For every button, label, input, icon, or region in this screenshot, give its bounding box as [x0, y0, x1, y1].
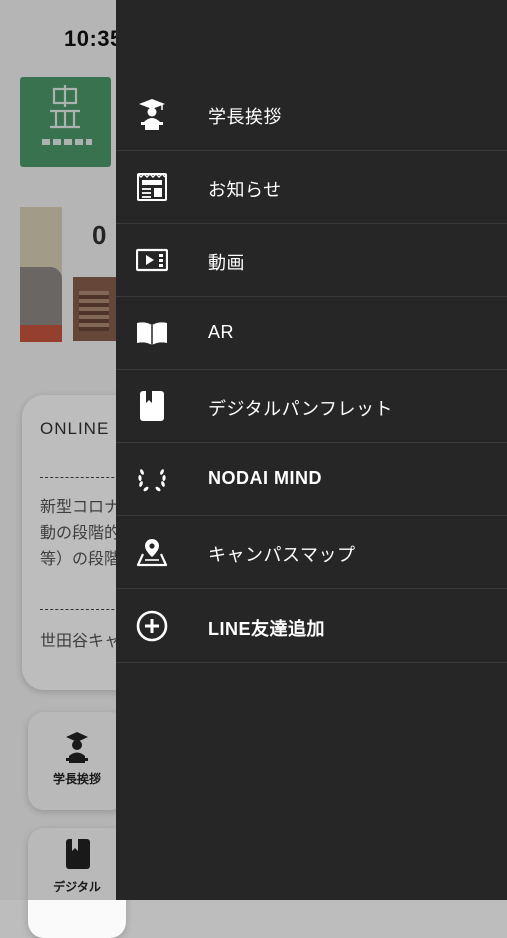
menu-item-nodai-mind[interactable]: NODAI MIND	[116, 442, 507, 516]
menu-item-line-add-friend[interactable]: LINE友達追加	[116, 589, 507, 663]
menu-item-label: LINE友達追加	[208, 619, 326, 639]
menu-item-label: AR	[208, 322, 235, 342]
menu-item-label: デジタルパンフレット	[208, 399, 393, 419]
menu-item-label: お知らせ	[208, 180, 282, 200]
book-icon	[135, 318, 169, 348]
map-pin-icon	[135, 537, 169, 567]
menu-item-label: 学長挨拶	[208, 107, 282, 127]
menu-item-video[interactable]: 動画	[116, 223, 507, 297]
news-icon	[135, 172, 169, 202]
laurel-icon	[135, 464, 169, 494]
menu-item-digital-pamphlet[interactable]: デジタルパンフレット	[116, 369, 507, 443]
menu-item-campus-map[interactable]: キャンパスマップ	[116, 515, 507, 589]
plus-circle-icon	[135, 610, 169, 642]
video-icon	[135, 245, 169, 275]
menu-item-news[interactable]: お知らせ	[116, 150, 507, 224]
graduate-icon	[135, 99, 169, 130]
menu-item-label: NODAI MIND	[208, 468, 322, 488]
pamphlet-icon	[135, 391, 169, 421]
menu-item-ar[interactable]: AR	[116, 296, 507, 370]
menu-item-label: キャンパスマップ	[208, 545, 356, 565]
menu-item-label: 動画	[208, 253, 245, 273]
menu-item-president-greeting[interactable]: 学長挨拶	[116, 77, 507, 151]
side-drawer: 学長挨拶 お知らせ 動画 AR デジタルパンフレット NODAI MIND キャ…	[116, 0, 507, 900]
